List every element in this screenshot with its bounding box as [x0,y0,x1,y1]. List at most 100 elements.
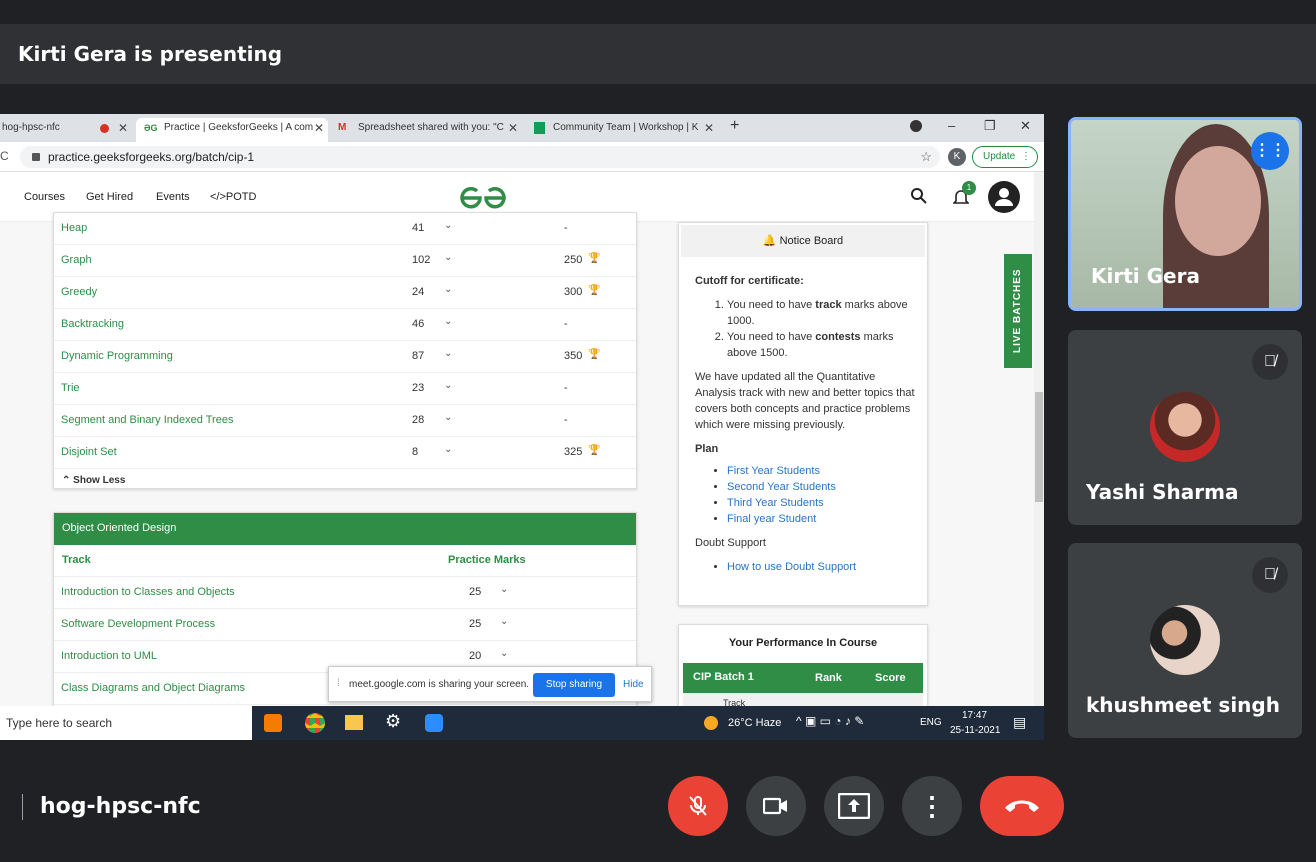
close-icon[interactable]: ✕ [314,118,324,138]
track-count: 41 [412,222,425,234]
nav-events[interactable]: Events [156,191,190,203]
ood-row[interactable]: Introduction to Classes and Objects 25 ⌄ [54,577,636,609]
taskbar-search[interactable]: Type here to search [0,706,252,740]
page-scrollbar[interactable] [1034,172,1044,706]
new-tab-icon[interactable]: + [730,117,739,135]
leave-call-button[interactable] [980,776,1064,836]
participant-name: Kirti Gera [1091,264,1200,288]
track-marks: 300 [564,286,583,298]
track-marks: - [564,318,568,330]
shared-screen: hog-hpsc-nfc ✕ ƏG Practice | GeeksforGee… [0,114,1044,740]
browser-tab-active[interactable]: ƏG Practice | GeeksforGeeks | A com ✕ [136,118,328,142]
track-name[interactable]: Disjoint Set [61,446,117,458]
track-row[interactable]: Heap 41 ⌄ - [54,213,636,245]
chevron-down-icon[interactable]: ⌄ [444,444,452,455]
user-avatar[interactable] [988,181,1020,213]
plan-link[interactable]: Third Year Students [727,497,824,509]
nav-courses[interactable]: Courses [24,191,65,203]
performance-card: Your Performance In Course CIP Batch 1 R… [678,624,928,714]
ood-row[interactable]: Software Development Process 25 ⌄ [54,609,636,641]
url-input[interactable]: practice.geeksforgeeks.org/batch/cip-1 ☆ [20,146,940,168]
chevron-down-icon[interactable]: ⌄ [500,616,508,627]
camera-toggle-button[interactable] [746,776,806,836]
gfg-logo[interactable] [458,185,508,211]
ood-track-name[interactable]: Introduction to Classes and Objects [61,586,235,598]
ood-track-name[interactable]: Introduction to UML [61,650,157,662]
chrome-icon[interactable] [305,713,325,733]
zoom-icon[interactable] [425,714,443,732]
chevron-down-icon[interactable]: ⌄ [444,412,452,423]
close-icon[interactable]: ✕ [508,118,518,138]
track-name[interactable]: Heap [61,222,87,234]
cutoff-item: You need to have contests marks above 15… [727,329,915,361]
plan-link[interactable]: Final year Student [727,513,816,525]
restore-icon[interactable]: ❐ [984,118,996,134]
more-vert-icon: ⋮ [919,791,945,821]
notification-icon[interactable]: ▤ [1013,714,1026,731]
chevron-down-icon[interactable]: ⌄ [500,648,508,659]
nav-get-hired[interactable]: Get Hired [86,191,133,203]
hide-button[interactable]: Hide [623,679,644,690]
browser-tab[interactable]: Community Team | Workshop | K ✕ [526,118,718,142]
track-name[interactable]: Dynamic Programming [61,350,173,362]
chevron-down-icon[interactable]: ⌄ [444,380,452,391]
ood-track-name[interactable]: Software Development Process [61,618,215,630]
track-row[interactable]: Disjoint Set 8 ⌄ 325 🏆 [54,437,636,469]
track-name[interactable]: Backtracking [61,318,124,330]
track-name[interactable]: Graph [61,254,92,266]
close-icon[interactable]: ✕ [704,118,714,138]
explorer-icon[interactable] [345,715,363,730]
lock-icon [32,153,40,161]
browser-tab[interactable]: M Spreadsheet shared with you: "C ✕ [332,118,522,142]
track-name[interactable]: Trie [61,382,80,394]
track-row[interactable]: Greedy 24 ⌄ 300 🏆 [54,277,636,309]
drag-handle-icon[interactable]: ⁞ [337,678,340,689]
weather-text[interactable]: 26°C Haze [728,717,781,729]
search-icon[interactable] [911,188,927,204]
bookmark-star-icon[interactable]: ☆ [920,146,932,168]
cutoff-list: You need to have track marks above 1000.… [695,297,915,361]
chevron-down-icon[interactable]: ⌄ [444,348,452,359]
profile-avatar[interactable]: K [948,148,966,166]
meeting-name: hog-hpsc-nfc [40,794,201,819]
show-less-button[interactable]: ⌃ Show Less [62,475,125,486]
stop-sharing-button[interactable]: Stop sharing [533,673,615,697]
tab-search-icon[interactable] [910,120,922,132]
reload-icon[interactable]: C [0,149,9,163]
track-row[interactable]: Backtracking 46 ⌄ - [54,309,636,341]
track-row[interactable]: Segment and Binary Indexed Trees 28 ⌄ - [54,405,636,437]
participant-tile[interactable]: 🎙̸ khushmeet singh [1068,543,1302,738]
track-row[interactable]: Dynamic Programming 87 ⌄ 350 🏆 [54,341,636,373]
settings-icon[interactable]: ⚙ [385,711,401,732]
plan-link[interactable]: First Year Students [727,465,820,477]
plan-link[interactable]: Second Year Students [727,481,836,493]
close-icon[interactable]: ✕ [118,118,128,138]
doubt-support-link[interactable]: How to use Doubt Support [727,561,856,573]
chevron-down-icon[interactable]: ⌄ [444,284,452,295]
performance-header: CIP Batch 1 Rank Score [683,663,923,693]
nav-potd[interactable]: </>POTD [210,191,256,203]
browser-tab[interactable]: hog-hpsc-nfc ✕ [0,118,132,142]
more-options-button[interactable]: ⋮ [902,776,962,836]
track-name[interactable]: Segment and Binary Indexed Trees [61,414,233,426]
chevron-down-icon[interactable]: ⌄ [500,584,508,595]
live-batches-tab[interactable]: LIVE BATCHES [1004,254,1032,368]
track-name[interactable]: Greedy [61,286,97,298]
update-button[interactable]: Update ⋮ [972,146,1038,168]
present-screen-button[interactable] [824,776,884,836]
mic-toggle-button[interactable] [668,776,728,836]
minimize-icon[interactable]: – [948,118,955,133]
participant-tile-speaking[interactable]: ⋮⋮ Kirti Gera [1068,117,1302,311]
chevron-down-icon[interactable]: ⌄ [444,252,452,263]
participant-tile[interactable]: 🎙̸ Yashi Sharma [1068,330,1302,525]
close-window-icon[interactable]: ✕ [1020,118,1031,134]
chevron-up-icon: ⌃ [62,475,71,486]
track-row[interactable]: Trie 23 ⌄ - [54,373,636,405]
cutoff-title: Cutoff for certificate: [695,275,804,287]
ood-track-name[interactable]: Class Diagrams and Object Diagrams [61,682,245,694]
sublime-icon[interactable] [264,714,282,732]
tray-icons[interactable]: ^ ▣ ▭ ◔ ♪ ✎ [796,714,864,728]
chevron-down-icon[interactable]: ⌄ [444,220,452,231]
chevron-down-icon[interactable]: ⌄ [444,316,452,327]
track-row[interactable]: Graph 102 ⌄ 250 🏆 [54,245,636,277]
